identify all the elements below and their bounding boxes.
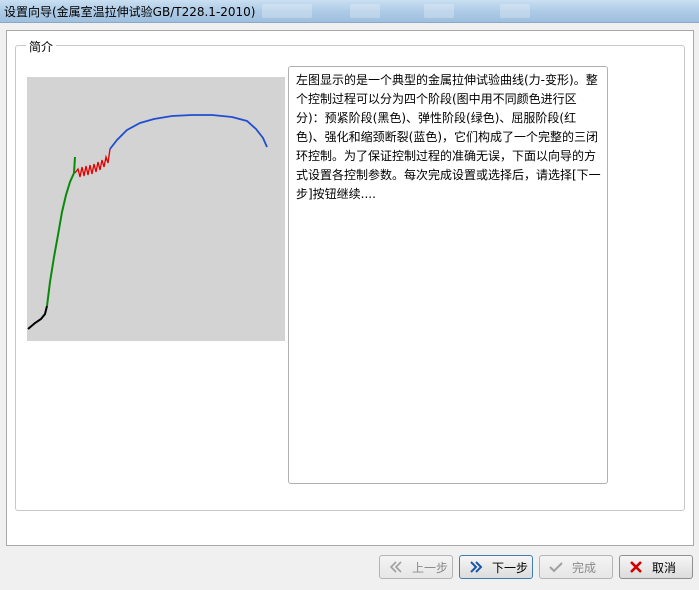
curve-stage-elastic — [46, 156, 76, 307]
tensile-curve-plot — [27, 77, 285, 341]
background-tab-ghost — [262, 4, 312, 18]
wizard-panel: 简介 左图显示的是一个典型的金属拉伸试验曲线(力-变形)。整个控制过程可以分为四… — [6, 30, 694, 546]
next-button[interactable]: 下一步 — [459, 555, 533, 579]
finish-button[interactable]: 完成 — [539, 555, 613, 579]
checkmark-icon — [546, 559, 566, 575]
title-bar[interactable]: 设置向导(金属室温拉伸试验GB/T228.1-2010) — [0, 0, 699, 23]
group-label: 简介 — [26, 38, 57, 55]
tensile-curve-svg — [27, 114, 268, 330]
next-button-label: 下一步 — [492, 560, 529, 575]
double-chevron-left-icon — [386, 559, 406, 575]
finish-button-label: 完成 — [572, 560, 597, 575]
background-tab-ghost — [500, 4, 530, 18]
curve-stage-yield — [74, 148, 111, 178]
background-tab-ghost — [424, 4, 454, 18]
window-title: 设置向导(金属室温拉伸试验GB/T228.1-2010) — [4, 5, 256, 19]
prev-button-label: 上一步 — [412, 560, 449, 575]
double-chevron-right-icon — [466, 559, 486, 575]
intro-groupbox: 简介 左图显示的是一个典型的金属拉伸试验曲线(力-变形)。整个控制过程可以分为四… — [15, 38, 685, 511]
description-box: 左图显示的是一个典型的金属拉伸试验曲线(力-变形)。整个控制过程可以分为四个阶段… — [288, 66, 608, 484]
curve-stage-hardening-necking — [109, 114, 268, 150]
cancel-button[interactable]: 取消 — [619, 555, 693, 579]
close-x-icon — [626, 559, 646, 575]
background-tab-ghost — [350, 4, 380, 18]
cancel-button-label: 取消 — [652, 560, 677, 575]
prev-button[interactable]: 上一步 — [379, 555, 453, 579]
description-text: 左图显示的是一个典型的金属拉伸试验曲线(力-变形)。整个控制过程可以分为四个阶段… — [296, 73, 601, 201]
curve-stage-preload — [27, 305, 48, 330]
